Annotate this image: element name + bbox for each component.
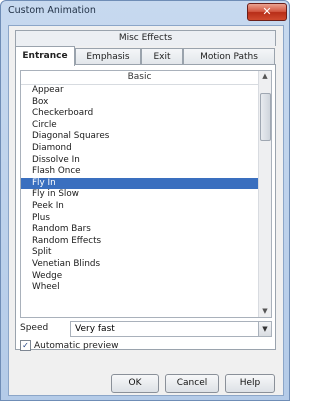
list-item[interactable]: Plus: [21, 213, 258, 225]
tab-panel: Basic Appear Box Checkerboard Circle Diagona…: [15, 64, 276, 351]
list-item[interactable]: Appear: [21, 85, 258, 97]
cancel-button[interactable]: Cancel: [165, 374, 219, 393]
dialog-title: Custom Animation: [8, 5, 96, 16]
dialog-client-area: Misc Effects Entrance Emphasis Exit Moti…: [8, 25, 284, 396]
ok-button[interactable]: OK: [111, 374, 159, 393]
list-item[interactable]: Wheel: [21, 282, 258, 294]
speed-label: Speed: [20, 323, 49, 333]
speed-dropdown[interactable]: Very fast ▼: [70, 321, 272, 337]
automatic-preview-option[interactable]: ✓ Automatic preview: [20, 340, 119, 351]
list-item[interactable]: Random Effects: [21, 236, 258, 248]
list-item[interactable]: Random Bars: [21, 224, 258, 236]
list-item[interactable]: Venetian Blinds: [21, 259, 258, 271]
title-bar: Custom Animation ✕: [1, 1, 289, 23]
scroll-up-arrow-icon[interactable]: ▲: [259, 71, 271, 82]
automatic-preview-checkbox[interactable]: ✓: [20, 340, 31, 351]
tab-emphasis[interactable]: Emphasis: [75, 48, 141, 65]
effects-listbox[interactable]: Basic Appear Box Checkerboard Circle Diagona…: [20, 70, 272, 318]
list-item[interactable]: Box: [21, 97, 258, 109]
list-item[interactable]: Flash Once: [21, 166, 258, 178]
list-item[interactable]: Checkerboard: [21, 108, 258, 120]
custom-animation-dialog: Custom Animation ✕ Misc Effects Entrance…: [0, 0, 290, 401]
list-item[interactable]: Fly in Slow: [21, 189, 258, 201]
tab-entrance[interactable]: Entrance: [15, 46, 75, 66]
chevron-down-icon[interactable]: ▼: [258, 322, 271, 336]
list-group-header: Basic: [21, 71, 258, 85]
list-item[interactable]: Peek In: [21, 201, 258, 213]
effects-list: Appear Box Checkerboard Circle Diagonal Squa…: [21, 85, 258, 294]
scroll-down-arrow-icon[interactable]: ▼: [259, 306, 271, 317]
list-item[interactable]: Circle: [21, 120, 258, 132]
speed-value: Very fast: [75, 324, 115, 334]
tab-row-bottom: Entrance Emphasis Exit Motion Paths: [15, 46, 275, 66]
list-item[interactable]: Fly In: [21, 177, 258, 190]
vertical-scrollbar[interactable]: ▲ ▼: [258, 71, 271, 317]
tab-row-top: Misc Effects: [15, 30, 276, 46]
list-item[interactable]: Diagonal Squares: [21, 131, 258, 143]
tab-misc-effects[interactable]: Misc Effects: [16, 31, 275, 46]
close-button[interactable]: ✕: [247, 3, 287, 21]
tab-exit[interactable]: Exit: [141, 48, 183, 65]
list-item[interactable]: Diamond: [21, 143, 258, 155]
list-item[interactable]: Dissolve In: [21, 155, 258, 167]
help-button[interactable]: Help: [225, 374, 275, 393]
close-icon: ✕: [262, 5, 272, 18]
list-item[interactable]: Wedge: [21, 271, 258, 283]
scroll-thumb[interactable]: [260, 93, 271, 141]
automatic-preview-label: Automatic preview: [34, 341, 119, 351]
tab-motion-paths[interactable]: Motion Paths: [183, 48, 275, 65]
list-item[interactable]: Split: [21, 247, 258, 259]
